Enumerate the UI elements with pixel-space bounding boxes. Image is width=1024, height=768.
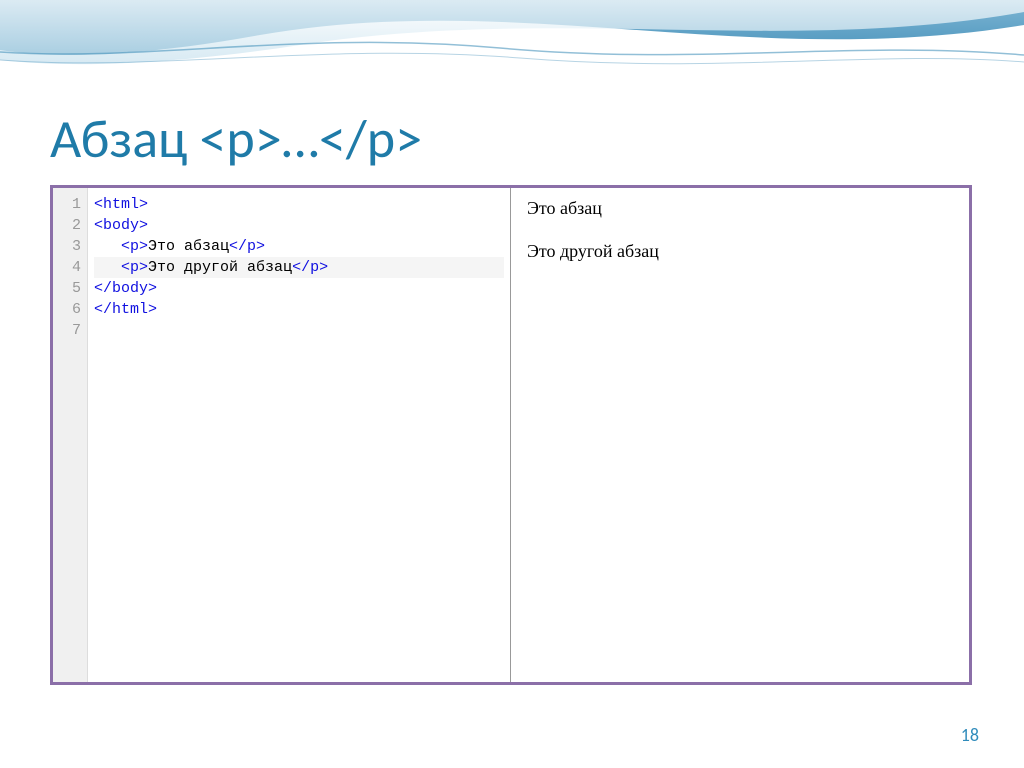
code-tag: </p> — [292, 259, 328, 276]
code-tag: </p> — [229, 238, 265, 255]
code-tag: <p> — [121, 259, 148, 276]
code-line — [94, 320, 504, 341]
code-line: </body> — [94, 278, 504, 299]
line-number: 2 — [59, 215, 81, 236]
preview-paragraph-1: Это абзац — [527, 198, 953, 219]
line-number: 6 — [59, 299, 81, 320]
code-tag: <p> — [121, 238, 148, 255]
code-tag: </html> — [94, 301, 157, 318]
preview-paragraph-2: Это другой абзац — [527, 241, 953, 262]
code-tag: <html> — [94, 196, 148, 213]
code-line: <p>Это другой абзац</p> — [94, 257, 504, 278]
line-number: 1 — [59, 194, 81, 215]
code-line: <html> — [94, 194, 504, 215]
code-line: </html> — [94, 299, 504, 320]
decorative-wave — [0, 0, 1024, 90]
line-gutter: 1234567 — [53, 188, 88, 682]
content-frame: 1234567 <html><body> <p>Это абзац</p> <p… — [50, 185, 972, 685]
code-tag: <body> — [94, 217, 148, 234]
line-number: 5 — [59, 278, 81, 299]
code-text: Это абзац — [148, 238, 229, 255]
code-text — [94, 238, 121, 255]
slide-title: Абзац <p>…</p> — [50, 106, 422, 172]
code-line: <p>Это абзац</p> — [94, 236, 504, 257]
code-tag: </body> — [94, 280, 157, 297]
line-number: 7 — [59, 320, 81, 341]
line-number: 4 — [59, 257, 81, 278]
page-number: 18 — [961, 724, 979, 746]
code-text: Это другой абзац — [148, 259, 292, 276]
code-line: <body> — [94, 215, 504, 236]
preview-side: Это абзац Это другой абзац — [511, 188, 969, 682]
code-side: 1234567 <html><body> <p>Это абзац</p> <p… — [53, 188, 511, 682]
code-text — [94, 259, 121, 276]
line-number: 3 — [59, 236, 81, 257]
editor-pane: 1234567 <html><body> <p>Это абзац</p> <p… — [53, 188, 969, 682]
code-area: <html><body> <p>Это абзац</p> <p>Это дру… — [88, 188, 510, 682]
